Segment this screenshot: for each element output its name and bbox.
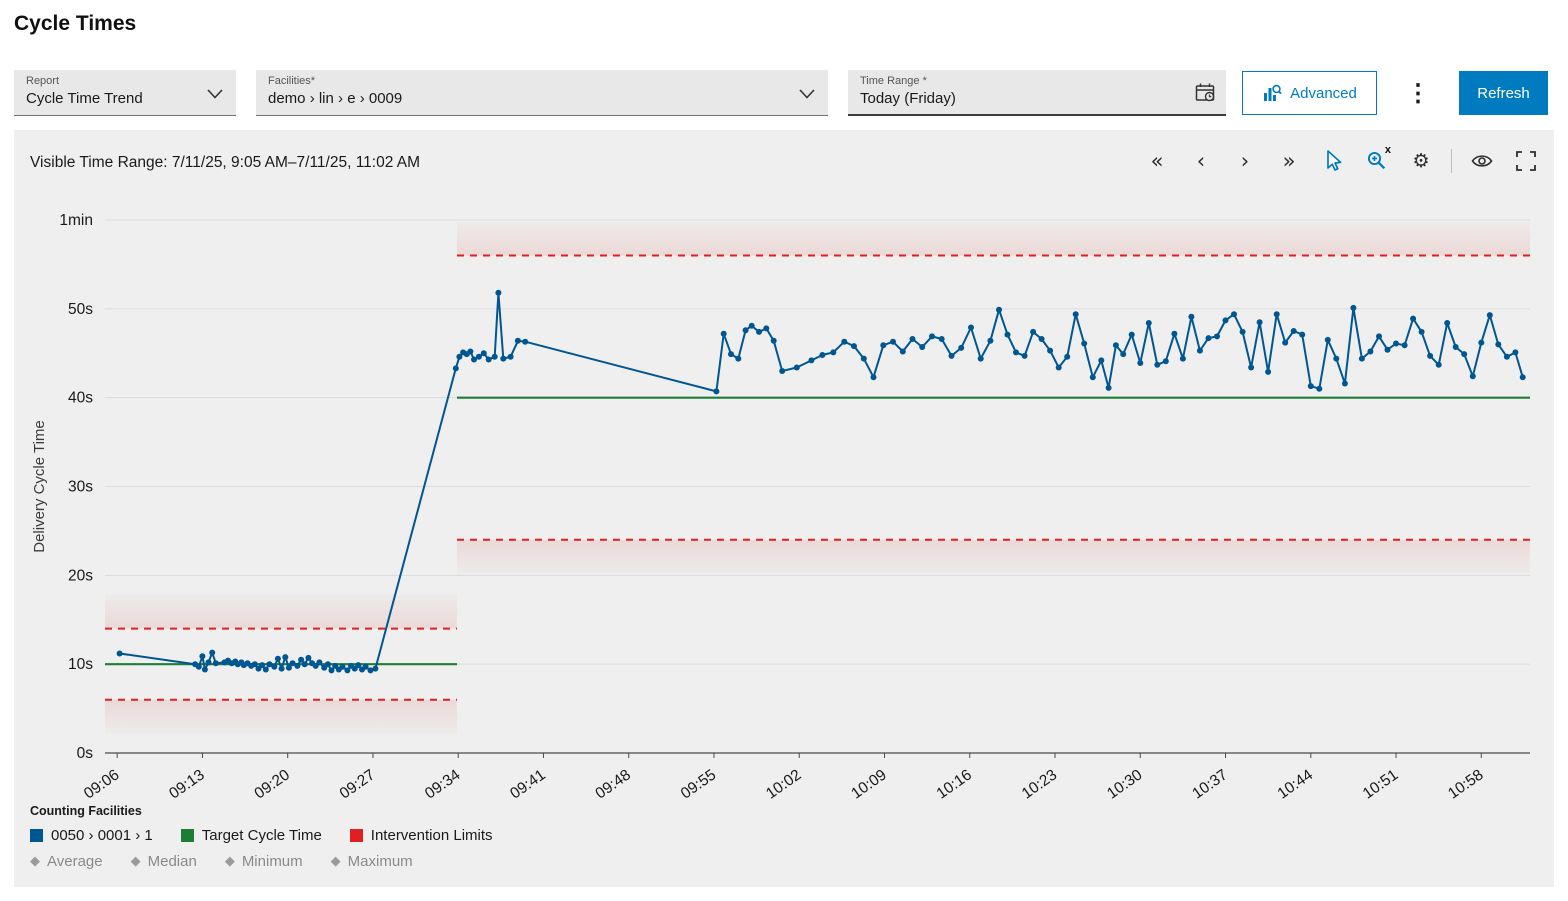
report-label: Report bbox=[26, 75, 60, 87]
svg-text:10:09: 10:09 bbox=[848, 766, 890, 802]
cycle-times-page: Cycle Times Report Cycle Time Trend Faci… bbox=[0, 0, 1568, 901]
time-range-label: Time Range * bbox=[860, 75, 927, 87]
time-range-value: Today (Friday) bbox=[860, 90, 956, 107]
svg-text:10:37: 10:37 bbox=[1189, 766, 1231, 802]
intervention-color-swatch bbox=[349, 829, 363, 842]
visible-time-range-text: Visible Time Range: 7/11/25, 9:05 AM–7/1… bbox=[30, 154, 421, 171]
svg-text:10s: 10s bbox=[68, 656, 93, 673]
svg-text:09:55: 09:55 bbox=[678, 766, 720, 802]
svg-text:09:41: 09:41 bbox=[507, 766, 549, 802]
legend-item-intervention[interactable]: Intervention Limits bbox=[349, 827, 493, 844]
legend-item-target[interactable]: Target Cycle Time bbox=[180, 827, 322, 844]
kebab-icon: ⋮ bbox=[1406, 79, 1430, 107]
advanced-analysis-icon bbox=[1264, 84, 1282, 101]
chevron-down-icon bbox=[799, 89, 815, 99]
svg-text:10:58: 10:58 bbox=[1445, 766, 1487, 802]
svg-text:40s: 40s bbox=[68, 390, 93, 407]
stat-toggle-minimum[interactable]: ◆ Minimum bbox=[225, 853, 303, 870]
svg-text:1min: 1min bbox=[59, 212, 93, 229]
svg-text:10:23: 10:23 bbox=[1019, 766, 1061, 802]
svg-text:10:30: 10:30 bbox=[1104, 766, 1146, 802]
more-options-button[interactable]: ⋮ bbox=[1398, 71, 1438, 115]
facilities-label: Facilities* bbox=[268, 75, 316, 87]
svg-text:50s: 50s bbox=[68, 301, 93, 318]
double-chevron-right-icon: » bbox=[1282, 149, 1296, 173]
svg-text:10:44: 10:44 bbox=[1275, 766, 1317, 802]
svg-text:09:34: 09:34 bbox=[422, 766, 464, 802]
pan-far-right-button[interactable]: » bbox=[1275, 146, 1303, 176]
visibility-button[interactable] bbox=[1468, 146, 1496, 176]
zoom-x-label: x bbox=[1384, 144, 1391, 156]
svg-text:09:48: 09:48 bbox=[592, 766, 634, 802]
stat-maximum-label: Maximum bbox=[347, 853, 413, 870]
legend-series-row: 0050 › 0001 › 1 Target Cycle Time Interv… bbox=[30, 827, 493, 844]
svg-text:10:51: 10:51 bbox=[1360, 766, 1402, 802]
pointer-tool-button[interactable] bbox=[1319, 146, 1347, 176]
stat-minimum-label: Minimum bbox=[241, 853, 303, 870]
legend-stats-row: ◆ Average ◆ Median ◆ Minimum ◆ Maximum bbox=[30, 853, 493, 870]
eye-icon bbox=[1471, 155, 1493, 167]
stat-toggle-median[interactable]: ◆ Median bbox=[131, 853, 197, 870]
svg-text:09:20: 09:20 bbox=[251, 766, 293, 802]
stat-average-label: Average bbox=[47, 853, 103, 870]
report-value: Cycle Time Trend bbox=[26, 90, 143, 107]
pan-right-button[interactable]: › bbox=[1231, 146, 1259, 176]
stat-median-label: Median bbox=[147, 853, 197, 870]
svg-text:09:06: 09:06 bbox=[81, 766, 123, 802]
advanced-button[interactable]: Advanced bbox=[1242, 71, 1377, 115]
settings-button[interactable]: ⚙ bbox=[1407, 146, 1435, 176]
svg-text:20s: 20s bbox=[68, 567, 93, 584]
legend-title: Counting Facilities bbox=[30, 804, 142, 818]
stat-toggle-average[interactable]: ◆ Average bbox=[30, 853, 103, 870]
toolbar-divider bbox=[1451, 149, 1452, 173]
diamond-icon: ◆ bbox=[30, 854, 40, 869]
chart-legend: Counting Facilities 0050 › 0001 › 1 Targ… bbox=[30, 804, 493, 870]
fullscreen-button[interactable] bbox=[1512, 146, 1540, 176]
facilities-dropdown[interactable]: Facilities* demo › lin › e › 0009 bbox=[256, 70, 828, 116]
svg-text:09:27: 09:27 bbox=[337, 766, 379, 802]
report-dropdown[interactable]: Report Cycle Time Trend bbox=[14, 70, 236, 116]
chevron-down-icon bbox=[207, 89, 223, 99]
chevron-left-icon: ‹ bbox=[1196, 149, 1206, 173]
svg-text:Delivery Cycle Time: Delivery Cycle Time bbox=[31, 420, 48, 553]
target-color-swatch bbox=[180, 829, 194, 842]
pan-left-button[interactable]: ‹ bbox=[1187, 146, 1215, 176]
chart-panel: Visible Time Range: 7/11/25, 9:05 AM–7/1… bbox=[14, 130, 1554, 887]
legend-series-label: 0050 › 0001 › 1 bbox=[51, 827, 153, 844]
legend-intervention-label: Intervention Limits bbox=[370, 827, 493, 844]
chart-toolbar: « ‹ › » x ⚙ bbox=[1143, 144, 1540, 176]
stat-toggle-maximum[interactable]: ◆ Maximum bbox=[331, 853, 413, 870]
double-chevron-left-icon: « bbox=[1150, 149, 1164, 173]
refresh-button[interactable]: Refresh bbox=[1459, 71, 1548, 115]
svg-text:10:02: 10:02 bbox=[763, 766, 805, 802]
diamond-icon: ◆ bbox=[330, 854, 341, 869]
series-color-swatch bbox=[30, 829, 43, 842]
gear-icon: ⚙ bbox=[1412, 150, 1430, 172]
calendar-clock-icon[interactable] bbox=[1194, 82, 1216, 104]
legend-target-label: Target Cycle Time bbox=[201, 827, 322, 844]
page-title: Cycle Times bbox=[14, 12, 137, 35]
time-range-field[interactable]: Time Range * Today (Friday) bbox=[848, 70, 1226, 116]
zoom-x-tool-button[interactable]: x bbox=[1363, 144, 1391, 176]
diamond-icon: ◆ bbox=[224, 854, 235, 869]
fullscreen-icon bbox=[1516, 151, 1536, 171]
svg-text:09:13: 09:13 bbox=[166, 766, 208, 802]
svg-text:10:16: 10:16 bbox=[934, 766, 976, 802]
svg-text:30s: 30s bbox=[68, 479, 93, 496]
diamond-icon: ◆ bbox=[130, 854, 141, 869]
pan-far-left-button[interactable]: « bbox=[1143, 146, 1171, 176]
chevron-right-icon: › bbox=[1240, 149, 1250, 173]
legend-item-series[interactable]: 0050 › 0001 › 1 bbox=[30, 827, 153, 844]
cycle-time-trend-chart[interactable]: 0s 10s 20s 30s 40s 50s 1min 09:06 09:13 09:20 09:2… bbox=[14, 130, 1554, 830]
advanced-button-label: Advanced bbox=[1290, 84, 1357, 102]
facilities-value: demo › lin › e › 0009 bbox=[268, 90, 403, 107]
cursor-pointer-icon bbox=[1327, 150, 1342, 171]
svg-text:0s: 0s bbox=[77, 745, 94, 762]
